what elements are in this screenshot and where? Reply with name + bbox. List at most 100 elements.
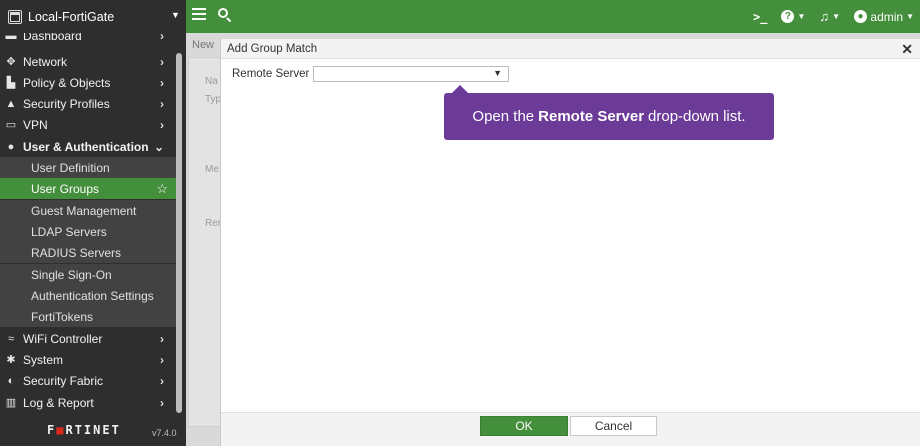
callout-suffix: drop-down list. bbox=[648, 108, 746, 125]
sidebar-item-log-report[interactable]: ▥ Log & Report › bbox=[0, 392, 178, 413]
sidebar: ▬ Dashboard › ✥ Network › ▙ Policy & Obj… bbox=[0, 33, 186, 446]
fortinet-logo: F■RTINET bbox=[47, 423, 121, 437]
user-icon: ● bbox=[7, 140, 15, 153]
background-label: Me bbox=[205, 164, 219, 175]
monitor-icon: ▭ bbox=[5, 119, 17, 131]
wifi-icon: ≈ bbox=[7, 332, 15, 345]
sidebar-subitem-label: RADIUS Servers bbox=[31, 245, 122, 260]
gear-icon: ✱ bbox=[6, 354, 16, 366]
notifications-menu[interactable]: ♫ ▼ bbox=[819, 9, 840, 24]
chevron-right-icon: › bbox=[160, 395, 164, 410]
sidebar-item-label: WiFi Controller bbox=[23, 331, 103, 346]
sidebar-subitem-label: User Definition bbox=[31, 160, 110, 175]
cancel-button[interactable]: Cancel bbox=[570, 416, 657, 436]
sidebar-item-security-profiles[interactable]: ▲ Security Profiles › bbox=[0, 93, 178, 114]
chevron-down-icon: ▼ bbox=[171, 10, 180, 20]
sidebar-item-dashboard[interactable]: ▬ Dashboard › bbox=[0, 33, 178, 46]
chevron-right-icon: › bbox=[160, 352, 164, 367]
top-bar: Local-FortiGate ▼ >_ ? ▼ ♫ ▼ ● admin ▼ bbox=[0, 0, 920, 33]
bell-icon: ♫ bbox=[819, 9, 830, 24]
hamburger-icon[interactable] bbox=[192, 8, 206, 22]
sidebar-item-security-fabric[interactable]: ◐ Security Fabric › bbox=[0, 370, 178, 391]
policy-icon: ▙ bbox=[6, 77, 16, 89]
star-icon[interactable]: ☆ bbox=[156, 181, 168, 197]
dialog-header: Add Group Match ✕ bbox=[221, 39, 920, 59]
callout-bold: Remote Server bbox=[538, 108, 645, 125]
sidebar-subitem-single-sign-on[interactable]: Single Sign-On bbox=[0, 264, 178, 285]
sidebar-item-user-authentication[interactable]: ● User & Authentication ⌄ bbox=[0, 136, 178, 157]
chevron-down-icon: ▼ bbox=[832, 12, 841, 21]
chevron-right-icon: › bbox=[160, 373, 164, 388]
chevron-down-icon: ⌄ bbox=[153, 139, 164, 154]
sidebar-item-label: System bbox=[23, 352, 64, 367]
sidebar-subitem-label: FortiTokens bbox=[31, 309, 94, 324]
device-selector[interactable]: Local-FortiGate ▼ bbox=[0, 0, 186, 33]
remote-server-label: Remote Server bbox=[232, 68, 310, 80]
dialog-footer: OK Cancel bbox=[221, 412, 920, 446]
background-label: Typ bbox=[205, 94, 222, 105]
sidebar-subitem-ldap-servers[interactable]: LDAP Servers bbox=[0, 221, 178, 242]
sidebar-item-label: Dashboard bbox=[23, 33, 82, 43]
sidebar-subitem-label: Guest Management bbox=[31, 203, 137, 218]
sidebar-item-network[interactable]: ✥ Network › bbox=[0, 51, 178, 72]
sidebar-item-label: User & Authentication bbox=[23, 139, 149, 154]
chevron-down-icon: ▼ bbox=[493, 68, 502, 78]
chevron-right-icon: › bbox=[160, 33, 164, 43]
top-right-controls: >_ ? ▼ ♫ ▼ ● admin ▼ bbox=[739, 0, 914, 33]
chevron-right-icon: › bbox=[160, 117, 164, 132]
lock-icon: ▲ bbox=[5, 97, 17, 110]
sidebar-subitem-user-definition[interactable]: User Definition bbox=[0, 157, 178, 178]
user-icon: ● bbox=[854, 10, 868, 23]
dashboard-icon: ▬ bbox=[5, 33, 17, 42]
sidebar-item-policy-objects[interactable]: ▙ Policy & Objects › bbox=[0, 72, 178, 93]
sidebar-item-label: Security Profiles bbox=[23, 96, 110, 111]
callout-prefix: Open the bbox=[472, 108, 535, 125]
help-icon: ? bbox=[781, 10, 795, 23]
sidebar-item-label: Policy & Objects bbox=[23, 75, 111, 90]
logo-mark: ■ bbox=[56, 423, 66, 437]
background-tab: New bbox=[192, 39, 215, 51]
sidebar-subitem-label: LDAP Servers bbox=[31, 224, 107, 239]
sidebar-subitem-label: Single Sign-On bbox=[31, 267, 112, 282]
search-icon[interactable] bbox=[218, 8, 232, 23]
dialog-title: Add Group Match bbox=[227, 43, 318, 55]
callout-arrow bbox=[452, 85, 468, 93]
sidebar-subitem-label: User Groups bbox=[31, 181, 100, 196]
version-label: v7.4.0 bbox=[152, 428, 177, 438]
fortigate-icon bbox=[8, 9, 22, 24]
cli-icon[interactable]: >_ bbox=[753, 10, 767, 24]
sidebar-subitem-fortitokens[interactable]: FortiTokens bbox=[0, 306, 178, 327]
remote-server-dropdown[interactable]: ▼ bbox=[313, 66, 509, 82]
app-window: Local-FortiGate ▼ >_ ? ▼ ♫ ▼ ● admin ▼ ▬ Da… bbox=[0, 0, 920, 446]
sidebar-scrollbar[interactable] bbox=[176, 53, 182, 413]
device-name: Local-FortiGate bbox=[28, 9, 115, 24]
chevron-right-icon: › bbox=[160, 331, 164, 346]
background-label: Na bbox=[205, 76, 218, 87]
instruction-callout: Open the Remote Server drop-down list. bbox=[444, 93, 774, 140]
username: admin bbox=[870, 9, 904, 24]
sidebar-subitem-authentication-settings[interactable]: Authentication Settings bbox=[0, 285, 178, 306]
chevron-right-icon: › bbox=[160, 54, 164, 69]
close-icon[interactable]: ✕ bbox=[901, 41, 913, 58]
sidebar-item-system[interactable]: ✱ System › bbox=[0, 349, 178, 370]
ok-button[interactable]: OK bbox=[480, 416, 568, 436]
sidebar-subitem-radius-servers[interactable]: RADIUS Servers bbox=[0, 242, 178, 263]
background-label: Rer bbox=[205, 218, 222, 229]
sidebar-subitem-guest-management[interactable]: Guest Management bbox=[0, 200, 178, 221]
sidebar-subitem-label: Authentication Settings bbox=[31, 288, 154, 303]
user-menu[interactable]: ● admin ▼ bbox=[854, 10, 914, 24]
chart-icon: ▥ bbox=[5, 397, 17, 409]
sidebar-item-label: Security Fabric bbox=[23, 373, 104, 388]
chevron-right-icon: › bbox=[160, 75, 164, 90]
fabric-icon: ◐ bbox=[7, 374, 15, 387]
sidebar-subitem-user-groups[interactable]: User Groups ☆ bbox=[0, 178, 178, 199]
sidebar-item-label: Network bbox=[23, 54, 68, 69]
sidebar-item-label: VPN bbox=[23, 117, 48, 132]
sidebar-item-vpn[interactable]: ▭ VPN › bbox=[0, 114, 178, 135]
sidebar-footer: F■RTINET v7.4.0 bbox=[0, 417, 186, 446]
chevron-right-icon: › bbox=[160, 96, 164, 111]
help-menu[interactable]: ? ▼ bbox=[781, 10, 805, 23]
network-icon: ✥ bbox=[6, 56, 16, 68]
sidebar-item-wifi-controller[interactable]: ≈ WiFi Controller › bbox=[0, 328, 178, 349]
chevron-down-icon: ▼ bbox=[906, 12, 914, 21]
